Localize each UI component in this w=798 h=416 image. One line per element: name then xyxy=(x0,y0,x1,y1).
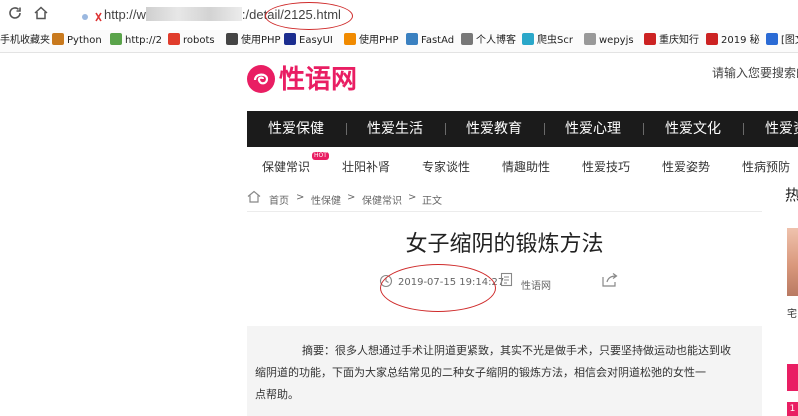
bookmark-item[interactable]: [图文 xyxy=(766,30,798,52)
sub-nav-item[interactable]: 性病预防 xyxy=(742,158,790,175)
sub-nav-item[interactable]: 情趣助性 xyxy=(502,158,550,175)
bookmark-favicon-icon xyxy=(284,33,296,45)
sub-nav-item[interactable]: 性爱技巧 xyxy=(582,158,630,175)
summary-line-2: 缩阴道的功能，下面为大家总结常见的二种女子缩阴的锻炼方法，相信会对阴道松弛的女性… xyxy=(255,366,706,379)
share-icon[interactable] xyxy=(601,272,619,292)
breadcrumb-link[interactable]: 正文 xyxy=(422,192,442,207)
bookmark-favicon-icon xyxy=(110,33,122,45)
bookmark-item[interactable]: FastAd xyxy=(406,30,454,52)
site-info-icon[interactable] xyxy=(80,8,102,22)
bookmark-label: EasyUI xyxy=(299,35,333,46)
url-redaction xyxy=(145,7,242,21)
summary-label: 摘要： xyxy=(302,344,335,357)
breadcrumb-separator: > xyxy=(296,192,305,203)
breadcrumb: 首页 > 性保健 > 保健常识 > 正文 xyxy=(247,190,762,211)
bookmark-favicon-icon xyxy=(644,33,656,45)
main-nav-item[interactable]: 性爱心理 xyxy=(565,111,621,147)
sidebar-heading: 热 xyxy=(785,186,798,204)
bookmark-favicon-icon xyxy=(52,33,64,45)
sidebar-item-text[interactable]: 宅 xyxy=(787,305,797,320)
bookmark-favicon-icon xyxy=(461,33,473,45)
article-title: 女子缩阴的锻炼方法 xyxy=(405,232,604,257)
bookmark-item[interactable]: 爬虫Scr xyxy=(522,30,573,52)
bookmark-item[interactable]: 使用PHP xyxy=(226,30,281,52)
bookmark-item[interactable]: http://2 xyxy=(110,30,162,52)
sub-nav-item[interactable]: 性爱姿势 xyxy=(662,158,710,175)
bookmark-item[interactable]: 使用PHP xyxy=(344,30,399,52)
search-input[interactable]: 请输入您要搜索的 xyxy=(712,64,798,81)
sub-nav-item[interactable]: 保健常识 xyxy=(262,158,310,175)
bookmark-label: 2019 秘 xyxy=(721,35,760,46)
main-nav-item[interactable]: 性爱资 xyxy=(765,111,798,147)
main-nav-separator xyxy=(544,123,545,135)
sub-nav-item[interactable]: 壮阳补肾 xyxy=(342,158,390,175)
bookmark-label: robots xyxy=(183,35,215,46)
bookmark-label: 使用PHP xyxy=(241,35,281,46)
main-nav-separator xyxy=(643,123,644,135)
bookmark-favicon-icon xyxy=(584,33,596,45)
bookmark-favicon-icon xyxy=(226,33,238,45)
sidebar-thumbnail-2[interactable] xyxy=(787,364,798,391)
bookmark-favicon-icon xyxy=(344,33,356,45)
bookmark-label: Python xyxy=(67,35,102,46)
main-nav: 性爱保健 性爱生活 性爱教育 性爱心理 性爱文化 性爱资 xyxy=(247,111,798,147)
address-bar: http://w:/detail/2125.html xyxy=(0,0,798,31)
bookmarks-bar: 手机收藏夹 Python http://2 robots 使用PHP EasyUI 使用PH… xyxy=(0,30,798,53)
bookmark-favicon-icon xyxy=(406,33,418,45)
bookmark-favicon-icon xyxy=(168,33,180,45)
bookmark-label: wepyjs xyxy=(599,35,634,46)
home-breadcrumb-icon[interactable] xyxy=(247,190,261,206)
article-author: 性语网 xyxy=(521,281,551,292)
breadcrumb-link[interactable]: 性保健 xyxy=(311,192,341,207)
bookmark-item[interactable]: 手机收藏夹 xyxy=(0,30,50,52)
hot-badge: HOT xyxy=(312,152,329,160)
bookmark-item[interactable]: 重庆知行 xyxy=(644,30,699,52)
bookmark-label: FastAd xyxy=(421,35,455,46)
bookmark-label: 手机收藏夹 xyxy=(0,35,50,46)
main-nav-item[interactable]: 性爱生活 xyxy=(367,111,423,147)
url-annotation-circle xyxy=(265,2,353,30)
url-field[interactable]: http://w:/detail/2125.html xyxy=(104,4,784,26)
date-annotation-circle xyxy=(380,264,496,312)
url-prefix: http://w xyxy=(104,7,146,22)
reload-icon[interactable] xyxy=(5,5,25,25)
bookmark-item[interactable]: robots xyxy=(168,30,215,52)
bookmark-favicon-icon xyxy=(706,33,718,45)
bookmark-item[interactable]: EasyUI xyxy=(284,30,333,52)
home-icon[interactable] xyxy=(31,5,51,25)
article-summary: 摘要：很多人想通过手术让阴道更紧致，其实不光是做手术，只要坚持做运动也能达到收 … xyxy=(247,326,762,416)
bookmark-label: 个人博客 xyxy=(476,35,516,46)
sub-nav-item[interactable]: 专家谈性 xyxy=(422,158,470,175)
summary-line-3: 点帮助。 xyxy=(255,388,299,401)
bookmark-item[interactable]: 个人博客 xyxy=(461,30,516,52)
bookmark-label: 使用PHP xyxy=(359,35,399,46)
breadcrumb-link[interactable]: 保健常识 xyxy=(362,192,402,207)
main-nav-item[interactable]: 性爱教育 xyxy=(466,111,522,147)
main-nav-item[interactable]: 性爱文化 xyxy=(665,111,721,147)
breadcrumb-separator: > xyxy=(347,192,356,203)
main-nav-separator xyxy=(445,123,446,135)
bookmark-label: http://2 xyxy=(125,35,162,46)
breadcrumb-link[interactable]: 首页 xyxy=(269,192,289,207)
bookmark-label: 爬虫Scr xyxy=(537,35,573,46)
main-nav-separator xyxy=(346,123,347,135)
bookmark-label: 重庆知行 xyxy=(659,35,699,46)
bookmark-item[interactable]: Python xyxy=(52,30,102,52)
logo-mark-icon xyxy=(247,65,275,93)
breadcrumb-separator: > xyxy=(408,192,417,203)
edit-icon xyxy=(500,272,514,291)
bookmark-favicon-icon xyxy=(522,33,534,45)
bookmark-label: [图文 xyxy=(781,35,798,46)
summary-line-1: 摘要：很多人想通过手术让阴道更紧致，其实不光是做手术，只要坚持做运动也能达到收 xyxy=(302,344,731,357)
bookmark-item[interactable]: wepyjs xyxy=(584,30,634,52)
breadcrumb-divider xyxy=(247,211,762,212)
main-nav-item[interactable]: 性爱保健 xyxy=(268,111,324,147)
sidebar-thumbnail[interactable] xyxy=(787,228,798,296)
bookmark-item[interactable]: 2019 秘 xyxy=(706,30,760,52)
logo-text: 性语网 xyxy=(279,65,358,95)
sidebar-rank-badge: 1 xyxy=(787,402,798,416)
bookmark-favicon-icon xyxy=(766,33,778,45)
main-nav-separator xyxy=(743,123,744,135)
